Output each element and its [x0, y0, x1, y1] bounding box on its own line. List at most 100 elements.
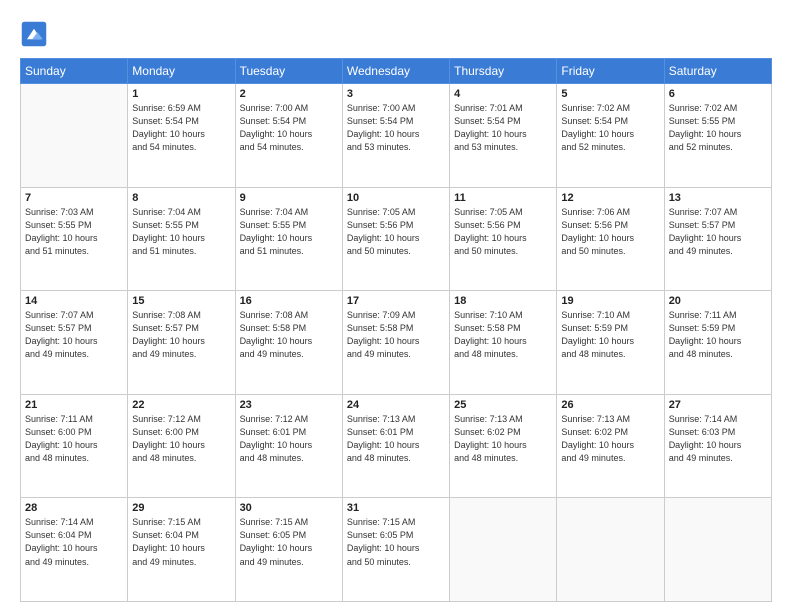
- day-cell: 5 Sunrise: 7:02 AMSunset: 5:54 PMDaylight…: [557, 84, 664, 188]
- day-cell: 9 Sunrise: 7:04 AMSunset: 5:55 PMDaylight…: [235, 187, 342, 291]
- day-info: Sunrise: 7:00 AMSunset: 5:54 PMDaylight:…: [347, 102, 445, 154]
- day-cell: 31 Sunrise: 7:15 AMSunset: 6:05 PMDayligh…: [342, 498, 449, 602]
- header-row: SundayMondayTuesdayWednesdayThursdayFrid…: [21, 59, 772, 84]
- day-cell: 16 Sunrise: 7:08 AMSunset: 5:58 PMDayligh…: [235, 291, 342, 395]
- day-info: Sunrise: 7:08 AMSunset: 5:57 PMDaylight:…: [132, 309, 230, 361]
- col-header-sunday: Sunday: [21, 59, 128, 84]
- day-number: 26: [561, 399, 659, 411]
- day-cell: 3 Sunrise: 7:00 AMSunset: 5:54 PMDaylight…: [342, 84, 449, 188]
- header: [20, 16, 772, 48]
- day-number: 4: [454, 88, 552, 100]
- day-cell: 11 Sunrise: 7:05 AMSunset: 5:56 PMDayligh…: [450, 187, 557, 291]
- day-cell: 13Sunrise: 7:07 AMSunset: 5:57 PMDayligh…: [664, 187, 771, 291]
- day-number: 9: [240, 192, 338, 204]
- day-cell: 4Sunrise: 7:01 AMSunset: 5:54 PMDaylight…: [450, 84, 557, 188]
- day-info: Sunrise: 7:09 AMSunset: 5:58 PMDaylight:…: [347, 309, 445, 361]
- day-number: 16: [240, 295, 338, 307]
- day-number: 31: [347, 502, 445, 514]
- day-number: 20: [669, 295, 767, 307]
- col-header-tuesday: Tuesday: [235, 59, 342, 84]
- day-info: Sunrise: 7:02 AMSunset: 5:54 PMDaylight:…: [561, 102, 659, 154]
- day-info: Sunrise: 7:12 AMSunset: 6:00 PMDaylight:…: [132, 413, 230, 465]
- day-cell: 10 Sunrise: 7:05 AMSunset: 5:56 PMDayligh…: [342, 187, 449, 291]
- week-row-1: 1Sunrise: 6:59 AMSunset: 5:54 PMDaylight…: [21, 84, 772, 188]
- day-number: 22: [132, 399, 230, 411]
- day-number: 28: [25, 502, 123, 514]
- day-cell: 8Sunrise: 7:04 AMSunset: 5:55 PMDaylight…: [128, 187, 235, 291]
- day-number: 30: [240, 502, 338, 514]
- day-number: 25: [454, 399, 552, 411]
- day-cell: 21 Sunrise: 7:11 AMSunset: 6:00 PMDayligh…: [21, 394, 128, 498]
- day-cell: 15 Sunrise: 7:08 AMSunset: 5:57 PMDayligh…: [128, 291, 235, 395]
- day-info: Sunrise: 6:59 AMSunset: 5:54 PMDaylight:…: [132, 102, 230, 154]
- day-cell: 20Sunrise: 7:11 AMSunset: 5:59 PMDayligh…: [664, 291, 771, 395]
- week-row-4: 21 Sunrise: 7:11 AMSunset: 6:00 PMDayligh…: [21, 394, 772, 498]
- day-number: 29: [132, 502, 230, 514]
- day-number: 17: [347, 295, 445, 307]
- day-number: 21: [25, 399, 123, 411]
- day-info: Sunrise: 7:12 AMSunset: 6:01 PMDaylight:…: [240, 413, 338, 465]
- day-info: Sunrise: 7:03 AMSunset: 5:55 PMDaylight:…: [25, 206, 123, 258]
- day-cell: 24 Sunrise: 7:13 AMSunset: 6:01 PMDayligh…: [342, 394, 449, 498]
- col-header-wednesday: Wednesday: [342, 59, 449, 84]
- day-number: 23: [240, 399, 338, 411]
- day-cell: 17 Sunrise: 7:09 AMSunset: 5:58 PMDayligh…: [342, 291, 449, 395]
- day-info: Sunrise: 7:14 AMSunset: 6:03 PMDaylight:…: [669, 413, 767, 465]
- day-cell: [450, 498, 557, 602]
- day-number: 6: [669, 88, 767, 100]
- day-cell: 18 Sunrise: 7:10 AMSunset: 5:58 PMDayligh…: [450, 291, 557, 395]
- day-info: Sunrise: 7:10 AMSunset: 5:58 PMDaylight:…: [454, 309, 552, 361]
- day-info: Sunrise: 7:06 AMSunset: 5:56 PMDaylight:…: [561, 206, 659, 258]
- page: SundayMondayTuesdayWednesdayThursdayFrid…: [0, 0, 792, 612]
- day-number: 10: [347, 192, 445, 204]
- day-number: 24: [347, 399, 445, 411]
- day-cell: 25 Sunrise: 7:13 AMSunset: 6:02 PMDayligh…: [450, 394, 557, 498]
- logo: [20, 20, 52, 48]
- week-row-3: 14 Sunrise: 7:07 AMSunset: 5:57 PMDayligh…: [21, 291, 772, 395]
- week-row-2: 7Sunrise: 7:03 AMSunset: 5:55 PMDaylight…: [21, 187, 772, 291]
- day-info: Sunrise: 7:05 AMSunset: 5:56 PMDaylight:…: [454, 206, 552, 258]
- day-number: 15: [132, 295, 230, 307]
- calendar-table: SundayMondayTuesdayWednesdayThursdayFrid…: [20, 58, 772, 602]
- day-info: Sunrise: 7:15 AMSunset: 6:04 PMDaylight:…: [132, 516, 230, 568]
- day-info: Sunrise: 7:11 AMSunset: 6:00 PMDaylight:…: [25, 413, 123, 465]
- day-info: Sunrise: 7:13 AMSunset: 6:02 PMDaylight:…: [454, 413, 552, 465]
- day-info: Sunrise: 7:08 AMSunset: 5:58 PMDaylight:…: [240, 309, 338, 361]
- day-cell: [21, 84, 128, 188]
- day-cell: 7Sunrise: 7:03 AMSunset: 5:55 PMDaylight…: [21, 187, 128, 291]
- day-cell: [557, 498, 664, 602]
- day-cell: 27 Sunrise: 7:14 AMSunset: 6:03 PMDayligh…: [664, 394, 771, 498]
- day-info: Sunrise: 7:00 AMSunset: 5:54 PMDaylight:…: [240, 102, 338, 154]
- day-number: 19: [561, 295, 659, 307]
- day-info: Sunrise: 7:13 AMSunset: 6:01 PMDaylight:…: [347, 413, 445, 465]
- day-cell: 2Sunrise: 7:00 AMSunset: 5:54 PMDaylight…: [235, 84, 342, 188]
- day-info: Sunrise: 7:04 AMSunset: 5:55 PMDaylight:…: [240, 206, 338, 258]
- day-info: Sunrise: 7:07 AMSunset: 5:57 PMDaylight:…: [25, 309, 123, 361]
- col-header-saturday: Saturday: [664, 59, 771, 84]
- day-number: 12: [561, 192, 659, 204]
- day-info: Sunrise: 7:14 AMSunset: 6:04 PMDaylight:…: [25, 516, 123, 568]
- day-number: 18: [454, 295, 552, 307]
- day-cell: 28 Sunrise: 7:14 AMSunset: 6:04 PMDayligh…: [21, 498, 128, 602]
- week-row-5: 28 Sunrise: 7:14 AMSunset: 6:04 PMDayligh…: [21, 498, 772, 602]
- day-number: 8: [132, 192, 230, 204]
- day-number: 3: [347, 88, 445, 100]
- day-cell: 6Sunrise: 7:02 AMSunset: 5:55 PMDaylight…: [664, 84, 771, 188]
- day-cell: 12 Sunrise: 7:06 AMSunset: 5:56 PMDayligh…: [557, 187, 664, 291]
- day-info: Sunrise: 7:15 AMSunset: 6:05 PMDaylight:…: [347, 516, 445, 568]
- day-info: Sunrise: 7:07 AMSunset: 5:57 PMDaylight:…: [669, 206, 767, 258]
- day-number: 11: [454, 192, 552, 204]
- day-info: Sunrise: 7:10 AMSunset: 5:59 PMDaylight:…: [561, 309, 659, 361]
- day-info: Sunrise: 7:05 AMSunset: 5:56 PMDaylight:…: [347, 206, 445, 258]
- day-info: Sunrise: 7:13 AMSunset: 6:02 PMDaylight:…: [561, 413, 659, 465]
- day-number: 5: [561, 88, 659, 100]
- day-number: 14: [25, 295, 123, 307]
- day-number: 27: [669, 399, 767, 411]
- day-cell: [664, 498, 771, 602]
- col-header-friday: Friday: [557, 59, 664, 84]
- day-cell: 29 Sunrise: 7:15 AMSunset: 6:04 PMDayligh…: [128, 498, 235, 602]
- day-cell: 30 Sunrise: 7:15 AMSunset: 6:05 PMDayligh…: [235, 498, 342, 602]
- day-cell: 19 Sunrise: 7:10 AMSunset: 5:59 PMDayligh…: [557, 291, 664, 395]
- day-info: Sunrise: 7:15 AMSunset: 6:05 PMDaylight:…: [240, 516, 338, 568]
- day-cell: 22 Sunrise: 7:12 AMSunset: 6:00 PMDayligh…: [128, 394, 235, 498]
